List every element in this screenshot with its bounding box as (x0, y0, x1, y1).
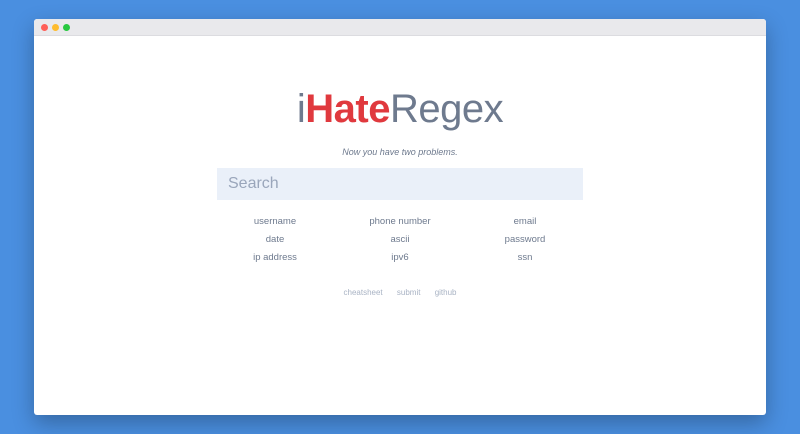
category-link-ssn[interactable]: ssn (467, 251, 583, 264)
browser-window: iHateRegex Now you have two problems. us… (34, 19, 766, 415)
logo-suffix: Regex (389, 87, 504, 131)
category-link-password[interactable]: password (467, 233, 583, 246)
logo-accent: Hate (305, 87, 390, 131)
category-link-username[interactable]: username (217, 215, 333, 228)
category-link-phone-number[interactable]: phone number (333, 215, 467, 228)
site-logo[interactable]: iHateRegex (34, 85, 766, 133)
category-link-email[interactable]: email (467, 215, 583, 228)
category-link-ip-address[interactable]: ip address (217, 251, 333, 264)
close-window-icon[interactable] (41, 24, 48, 31)
category-link-date[interactable]: date (217, 233, 333, 246)
footer-link-github[interactable]: github (435, 288, 457, 297)
footer-links: cheatsheet submit github (34, 288, 766, 297)
category-link-ipv6[interactable]: ipv6 (333, 251, 467, 264)
search-input[interactable] (217, 168, 583, 200)
maximize-window-icon[interactable] (63, 24, 70, 31)
category-link-ascii[interactable]: ascii (333, 233, 467, 246)
footer-link-cheatsheet[interactable]: cheatsheet (344, 288, 383, 297)
window-titlebar (34, 19, 766, 36)
category-grid: username phone number email date ascii p… (217, 215, 583, 264)
footer-link-submit[interactable]: submit (397, 288, 421, 297)
minimize-window-icon[interactable] (52, 24, 59, 31)
tagline: Now you have two problems. (342, 147, 458, 157)
